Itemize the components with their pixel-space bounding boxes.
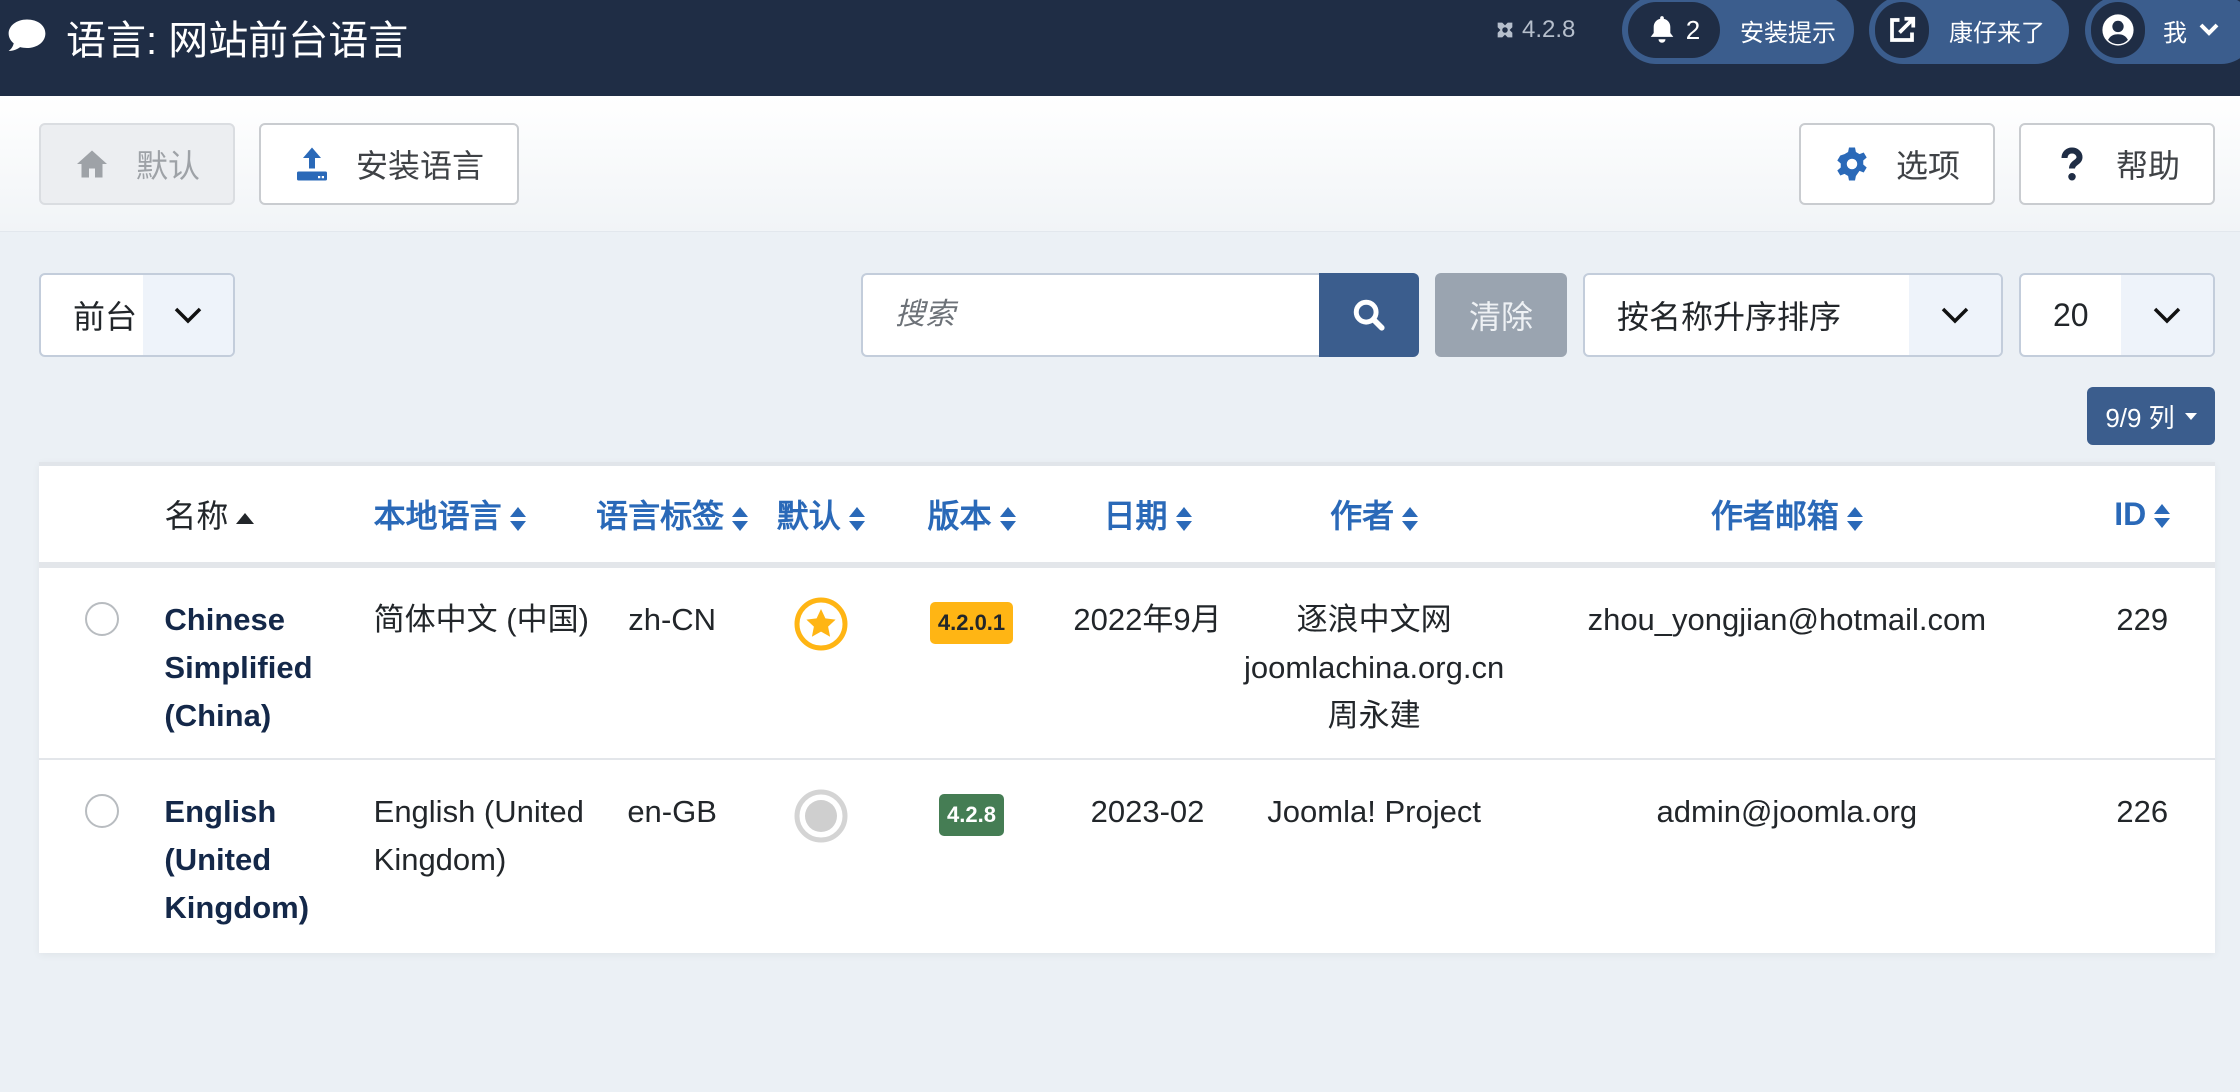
header-bar: 语言: 网站前台语言 4.2.8 2 安装提示 康仔来了 我 (0, 0, 2240, 96)
install-language-label: 安装语言 (355, 148, 484, 184)
sort-select[interactable]: 按名称升序排序 (1583, 273, 2003, 357)
user-menu-label: 我 (2163, 19, 2187, 47)
column-header-native[interactable]: 本地语言 (373, 466, 595, 568)
author: 逐浪中文网 joomlachina.org.cn 周永建 (1244, 565, 1505, 760)
language-name: Chinese Simplified (China) (164, 565, 374, 760)
version-badge: 4.2.8 (939, 794, 1004, 836)
author-email: zhou_yongjian@hotmail.com (1504, 565, 2070, 760)
column-header-date[interactable]: 日期 (1051, 466, 1245, 568)
language-name: English (United Kingdom) (164, 794, 310, 925)
author-line: 周永建 (1327, 698, 1421, 733)
table-header-row: 名称 本地语言 语言标签 默认 版本 日期 作者 作者邮箱 ID (39, 466, 2215, 568)
joomla-version: 4.2.8 (1494, 16, 1575, 44)
sort-icon (1846, 506, 1863, 531)
sort-icon (999, 506, 1016, 531)
options-label: 选项 (1895, 148, 1960, 184)
column-header-email[interactable]: 作者邮箱 (1504, 466, 2070, 568)
view-site-button[interactable]: 康仔来了 (1869, 0, 2069, 64)
notification-count: 2 (1685, 14, 1701, 45)
sort-icon (1175, 506, 1192, 531)
sort-icon (732, 506, 749, 531)
author-line: 逐浪中文网 (1296, 602, 1452, 637)
toolbar: 默认 安装语言 选项 帮助 (0, 96, 2240, 232)
set-default-icon (794, 789, 848, 843)
language-tag: zh-CN (594, 565, 750, 760)
column-header-id[interactable]: ID (2069, 466, 2215, 568)
client-select-value: 前台 (73, 299, 138, 335)
author-email: admin@joomla.org (1656, 794, 1918, 829)
client-select[interactable]: 前台 (39, 273, 235, 357)
native-name: 简体中文 (中国) (373, 565, 595, 760)
gear-icon (1837, 147, 1867, 181)
view-site-label: 康仔来了 (1949, 19, 2045, 47)
version-text: 4.2.8 (1522, 16, 1576, 43)
table-row: English (United Kingdom) English (United… (39, 759, 2215, 949)
search-icon (1353, 299, 1385, 331)
bell-icon (1650, 16, 1674, 43)
language-tag: en-GB (627, 794, 717, 829)
default-button[interactable]: 默认 (39, 123, 235, 205)
column-header-tag[interactable]: 语言标签 (594, 466, 750, 568)
table-row: Chinese Simplified (China) 简体中文 (中国) zh-… (39, 565, 2215, 760)
default-status[interactable] (750, 759, 892, 949)
joomla-icon (1497, 22, 1513, 38)
row-select-radio[interactable] (84, 602, 119, 636)
sort-icon (509, 506, 526, 531)
author-line: Joomla! Project (1267, 794, 1481, 829)
languages-table: 名称 本地语言 语言标签 默认 版本 日期 作者 作者邮箱 ID Chinese… (39, 466, 2215, 949)
post-install-messages-button[interactable]: 2 安装提示 (1622, 0, 1854, 64)
sort-asc-icon (236, 513, 255, 525)
search-input[interactable] (861, 273, 1320, 357)
author: Joomla! Project (1244, 759, 1504, 949)
user-circle-icon (2102, 14, 2134, 46)
help-button[interactable]: 帮助 (2019, 123, 2215, 205)
caret-down-icon (2184, 412, 2197, 420)
column-header-name[interactable]: 名称 (164, 466, 374, 568)
languages-table-card: 名称 本地语言 语言标签 默认 版本 日期 作者 作者邮箱 ID Chinese… (39, 462, 2215, 953)
language-id: 226 (2116, 794, 2169, 829)
date: 2023-02 (1090, 794, 1205, 829)
sort-icon (1402, 506, 1419, 531)
language-id: 229 (2069, 565, 2215, 760)
column-header-author[interactable]: 作者 (1244, 466, 1505, 568)
chevron-down-icon (174, 307, 202, 324)
column-header-default[interactable]: 默认 (749, 466, 893, 568)
columns-toggle-label: 9/9 列 (2105, 402, 2175, 433)
columns-toggle-button[interactable]: 9/9 列 (2087, 387, 2215, 445)
comment-icon (8, 19, 46, 51)
default-status[interactable] (749, 565, 893, 760)
install-language-button[interactable]: 安装语言 (259, 123, 519, 205)
options-button[interactable]: 选项 (1799, 123, 1995, 205)
sort-select-value: 按名称升序排序 (1617, 299, 1842, 335)
row-select-radio[interactable] (84, 794, 119, 828)
chevron-down-icon (2199, 23, 2219, 36)
author-line: joomlachina.org.cn (1244, 650, 1505, 685)
limit-select[interactable]: 20 (2019, 273, 2215, 357)
notification-label: 安装提示 (1740, 19, 1836, 47)
star-default-icon (794, 597, 848, 651)
native-name: English (United Kingdom) (373, 794, 584, 877)
chevron-down-icon (1941, 307, 1969, 324)
chevron-down-icon (2153, 307, 2181, 324)
search-button[interactable] (1319, 273, 1419, 357)
limit-select-value: 20 (2053, 296, 2089, 333)
clear-button[interactable]: 清除 (1435, 273, 1567, 357)
question-icon (2061, 147, 2083, 181)
sort-icon (848, 506, 865, 531)
search-group (861, 273, 1419, 357)
upload-icon (296, 147, 327, 181)
page-title: 语言: 网站前台语言 (6, 8, 408, 66)
default-button-label: 默认 (135, 148, 200, 184)
page-title-text: 语言: 网站前台语言 (66, 19, 409, 63)
select-column-header (39, 466, 165, 568)
sort-icon (2154, 504, 2171, 529)
date: 2022年9月 (1051, 565, 1245, 760)
column-header-version[interactable]: 版本 (892, 466, 1051, 568)
help-label: 帮助 (2115, 148, 2180, 184)
home-icon (76, 150, 107, 178)
user-menu-button[interactable]: 我 (2085, 0, 2240, 64)
version-badge: 4.2.0.1 (929, 602, 1014, 644)
external-link-icon (1890, 16, 1916, 42)
